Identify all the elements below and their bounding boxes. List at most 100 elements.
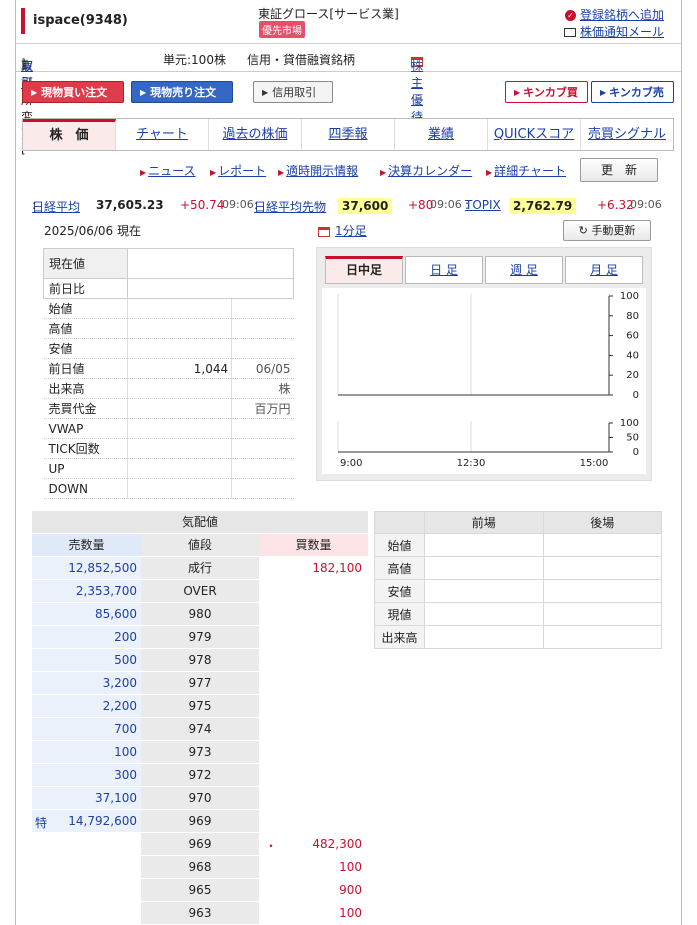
detail-chart-label: 詳細チャート [494, 164, 567, 178]
price-row-detail [231, 458, 294, 479]
tab-weekly[interactable]: 週 足 [485, 256, 563, 284]
ask-qty: 37,100 [32, 786, 141, 810]
price-row-value [126, 338, 232, 359]
ask-qty: 85,600 [32, 602, 141, 626]
bid-qty [259, 625, 368, 649]
shareholder-benefit-label: 株主優待 [411, 59, 424, 124]
price-row-label: VWAP [43, 418, 128, 439]
add-watchlist-link[interactable]: ✓ 登録銘柄へ追加 [564, 6, 664, 23]
triangle-right-icon: ▶ [486, 168, 493, 177]
tab-shikiho[interactable]: 四季報 [302, 119, 395, 150]
bid-qty [259, 648, 368, 672]
price-tick-label: 0 [633, 390, 639, 401]
report-link[interactable]: ▶ レポート [210, 162, 266, 179]
margin-trading-button[interactable]: ▶ 信用取引 [253, 81, 333, 103]
quote-price: 980 [141, 602, 259, 626]
tab-earnings[interactable]: 業績 [395, 119, 488, 150]
session-row-label: 始値 [374, 533, 425, 557]
price-row: TICK回数 [43, 438, 294, 459]
session-table: 前場 後場 始値 高値 安値 現値 出来高 [374, 511, 662, 649]
detail-chart-link[interactable]: ▶ 詳細チャート [486, 162, 566, 179]
morning-value [424, 602, 544, 626]
earnings-calendar-link[interactable]: ▶ 決算カレンダー [380, 162, 472, 179]
nikkei-link[interactable]: 日経平均 [32, 198, 80, 215]
kinkabu-buy-button[interactable]: ▶ キンカブ買 [505, 81, 588, 103]
bid-qty [259, 717, 368, 741]
tab-intraday[interactable]: 日中足 [325, 256, 403, 284]
news-link[interactable]: ▶ ニュース [140, 162, 196, 179]
disclosure-link[interactable]: ▶ 適時開示情報 [278, 162, 358, 179]
one-minute-chart-link[interactable]: 1分足 [318, 222, 367, 239]
price-row-label: 始値 [43, 298, 128, 319]
order-book-row: 500 978 [32, 648, 368, 672]
session-row-label: 高値 [374, 556, 425, 580]
afternoon-header: 後場 [542, 511, 662, 534]
tab-quick-score[interactable]: QUICKスコア [488, 119, 581, 150]
morning-header: 前場 [424, 511, 544, 534]
margin-trading-label: 信用取引 [272, 86, 317, 99]
price-tick-label: 80 [626, 311, 639, 322]
bid-qty: ・ 482,300 [259, 832, 368, 856]
manual-update-button[interactable]: ↻ 手動更新 [563, 220, 651, 241]
tab-chart[interactable]: チャート [116, 119, 209, 150]
triangle-right-icon: ▶ [278, 168, 285, 177]
ask-qty-value: 12,852,500 [68, 560, 137, 575]
current-price-value [126, 248, 295, 279]
time-tick-label: 9:00 [340, 458, 362, 469]
ask-qty-value: 100 [114, 744, 137, 759]
tab-stock-price[interactable]: 株 価 [23, 119, 116, 150]
ask-qty: 3,200 [32, 671, 141, 695]
quote-price: 970 [141, 786, 259, 810]
ask-header: 売数量 [32, 533, 141, 557]
triangle-right-icon: ▶ [210, 168, 217, 177]
kinkabu-sell-label: キンカブ売 [609, 86, 664, 99]
manual-update-label: 手動更新 [591, 224, 636, 237]
topix-time: 09:06 [630, 198, 662, 211]
price-row-detail [231, 318, 294, 339]
price-row-detail [231, 298, 294, 319]
volume-tick-label: 50 [626, 433, 639, 444]
price-row-detail [231, 478, 294, 499]
quote-price: 965 [141, 878, 259, 902]
ask-qty-value: 37,100 [95, 790, 137, 805]
price-alert-mail-link[interactable]: 株価通知メール [563, 23, 664, 40]
session-row: 高値 [374, 556, 662, 580]
update-button[interactable]: 更 新 [580, 158, 658, 182]
price-row: DOWN [43, 478, 294, 499]
tab-past-prices[interactable]: 過去の株価 [209, 119, 302, 150]
order-book-title: 気配値 [32, 511, 368, 534]
ask-qty: 2,200 [32, 694, 141, 718]
spot-sell-order-button[interactable]: ▶ 現物売り注文 [131, 81, 233, 103]
order-book-row: 12,852,500 成行 182,100 [32, 556, 368, 580]
order-book-row: 700 974 [32, 717, 368, 741]
order-book-row: 963 100 [32, 901, 368, 925]
tab-monthly[interactable]: 月 足 [565, 256, 643, 284]
price-row-value [126, 398, 232, 419]
order-book-row: 965 900 [32, 878, 368, 902]
tab-trade-signal[interactable]: 売買シグナル [581, 119, 673, 150]
topix-link[interactable]: TOPIX [465, 198, 501, 212]
price-row-value [126, 458, 232, 479]
spot-buy-order-button[interactable]: ▶ 現物買い注文 [22, 81, 124, 103]
triangle-right-icon: ▶ [262, 87, 269, 97]
earnings-calendar-label: 決算カレンダー [388, 164, 473, 178]
tab-daily[interactable]: 日 足 [405, 256, 483, 284]
kinkabu-sell-button[interactable]: ▶ キンカブ売 [591, 81, 674, 103]
bid-qty [259, 579, 368, 603]
order-book-row: 969 ・ 482,300 [32, 832, 368, 856]
price-row-detail: 06/05 [231, 358, 294, 379]
quote-price: 968 [141, 855, 259, 879]
price-row-label: 出来高 [43, 378, 128, 399]
bid-qty-value: 100 [339, 905, 362, 920]
order-book-row: 3,200 977 [32, 671, 368, 695]
bid-qty [259, 809, 368, 833]
order-book-row: 特 14,792,600 969 [32, 809, 368, 833]
futures-link[interactable]: 日経平均先物 [254, 198, 326, 215]
quote-price: 963 [141, 901, 259, 925]
ask-qty-value: 2,353,700 [75, 583, 137, 598]
price-row-label: UP [43, 458, 128, 479]
price-tick-label: 100 [620, 291, 639, 302]
bid-qty [259, 694, 368, 718]
exchange-bracket: ] [21, 57, 26, 71]
bid-qty [259, 671, 368, 695]
